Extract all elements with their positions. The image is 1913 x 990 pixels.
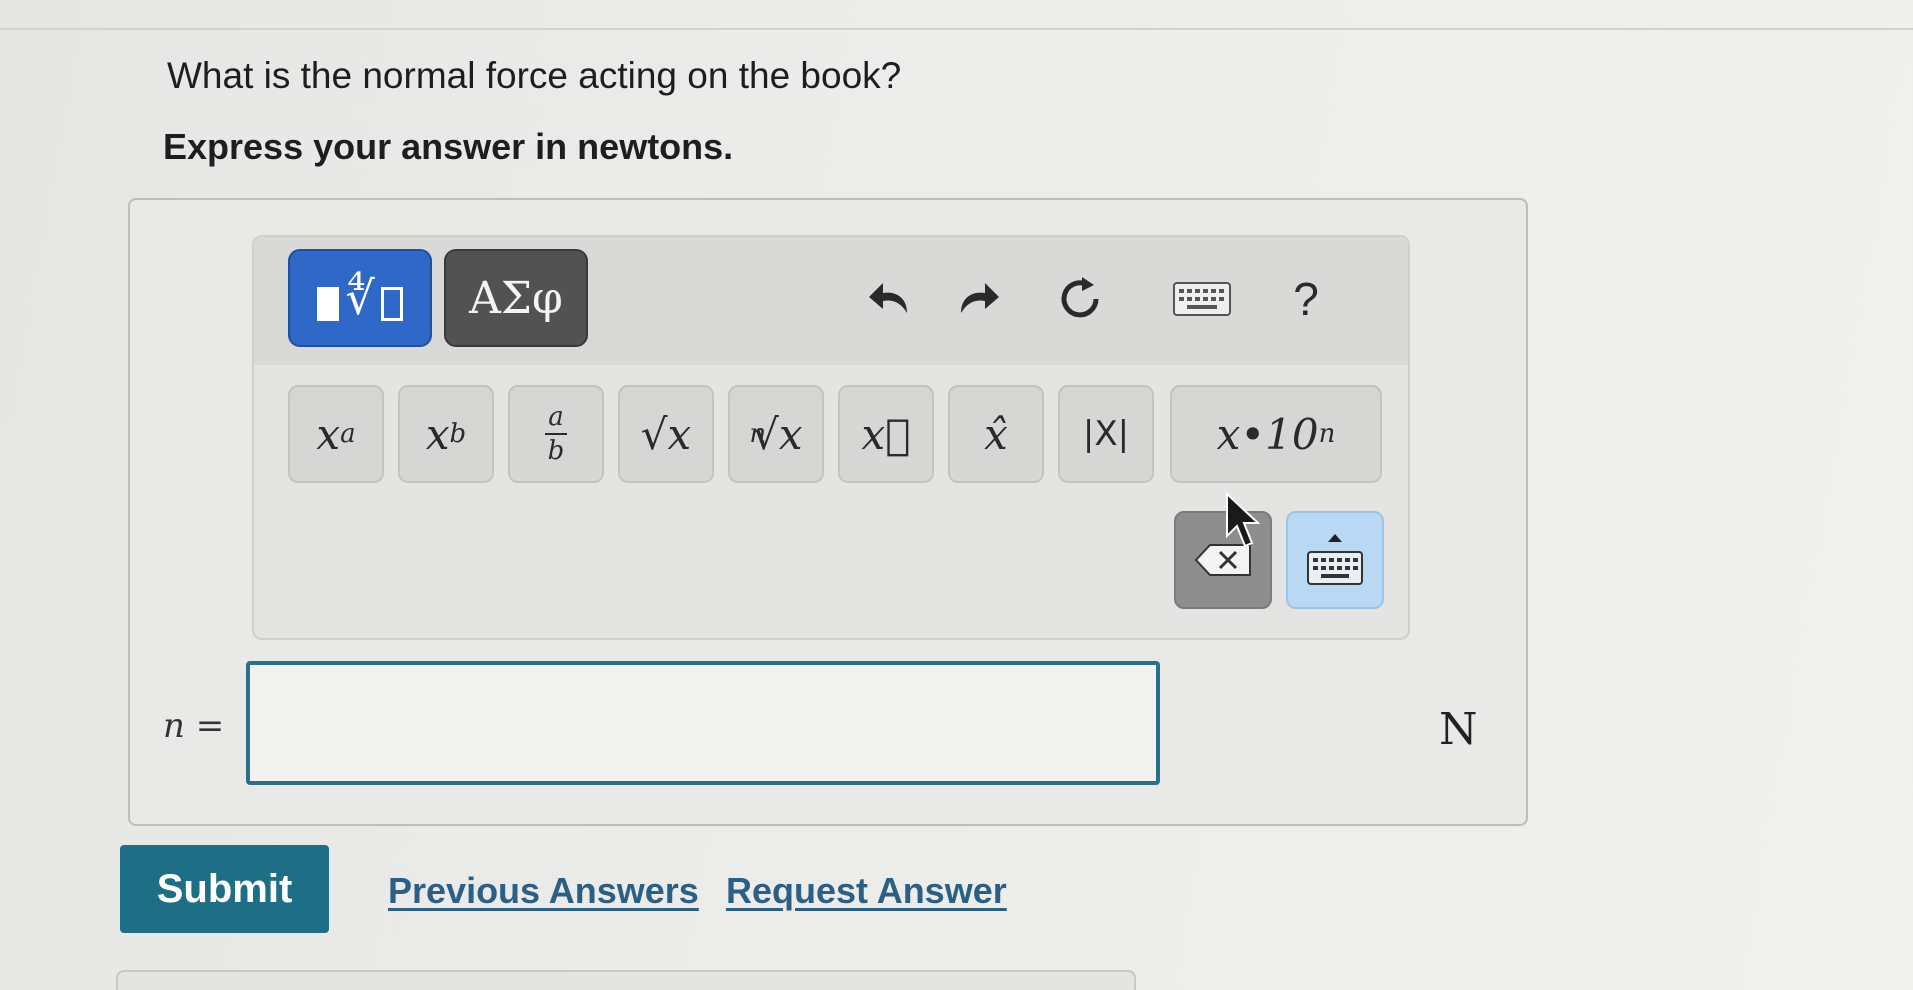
absolute-value-button[interactable]: |X| <box>1058 385 1154 483</box>
question-prompt: What is the normal force acting on the b… <box>167 55 902 96</box>
unit-vector-button[interactable]: x̂ <box>948 385 1044 483</box>
toolbar-header: ∜ ΑΣφ ? <box>254 237 1408 365</box>
subscript-base: x <box>425 409 450 459</box>
submit-button[interactable]: Submit <box>120 845 329 933</box>
math-toolbar: ∜ ΑΣφ ? xa xb a b √x n √x x⃗ x̂ |X| x•10… <box>252 235 1410 640</box>
answer-instruction: Express your answer in newtons. <box>163 126 734 167</box>
greek-mode-button[interactable]: ΑΣφ <box>444 249 588 347</box>
keyboard-toggle-icon <box>1307 534 1363 585</box>
variable-label: n = <box>163 706 225 746</box>
keyboard-icon[interactable] <box>1172 269 1232 329</box>
fraction-icon: a b <box>545 404 567 464</box>
scientific-notation-button[interactable]: x•10 n <box>1170 385 1382 483</box>
keyboard-toggle-button[interactable] <box>1286 511 1384 609</box>
scientific-notation-exponent: n <box>1318 419 1336 449</box>
unit-label: N <box>1439 704 1478 755</box>
templates-mode-button[interactable]: ∜ <box>288 249 432 347</box>
mouse-pointer-icon <box>1226 492 1261 548</box>
fraction-denominator: b <box>547 436 565 466</box>
scientific-notation-base: x•10 <box>1216 409 1319 459</box>
answer-input[interactable] <box>246 661 1160 785</box>
superscript-base: x <box>316 409 341 459</box>
square-root-button[interactable]: √x <box>618 385 714 483</box>
redo-icon[interactable] <box>948 269 1008 329</box>
undo-icon[interactable] <box>860 269 920 329</box>
top-divider <box>0 28 1913 30</box>
superscript-exponent: a <box>340 419 356 449</box>
request-answer-link[interactable]: Request Answer <box>726 870 1007 912</box>
fraction-button[interactable]: a b <box>508 385 604 483</box>
subscript-button[interactable]: xb <box>398 385 494 483</box>
previous-answers-link[interactable]: Previous Answers <box>388 870 699 912</box>
subscript-index: b <box>449 419 467 449</box>
fraction-numerator: a <box>548 402 564 432</box>
templates-icon: ∜ <box>317 275 403 321</box>
nth-root-glyph: √x <box>752 409 803 459</box>
superscript-button[interactable]: xa <box>288 385 384 483</box>
next-part-panel <box>116 970 1136 990</box>
nth-root-button[interactable]: n √x <box>728 385 824 483</box>
reset-icon[interactable] <box>1050 269 1110 329</box>
help-button[interactable]: ? <box>1276 269 1336 329</box>
vector-button[interactable]: x⃗ <box>838 385 934 483</box>
